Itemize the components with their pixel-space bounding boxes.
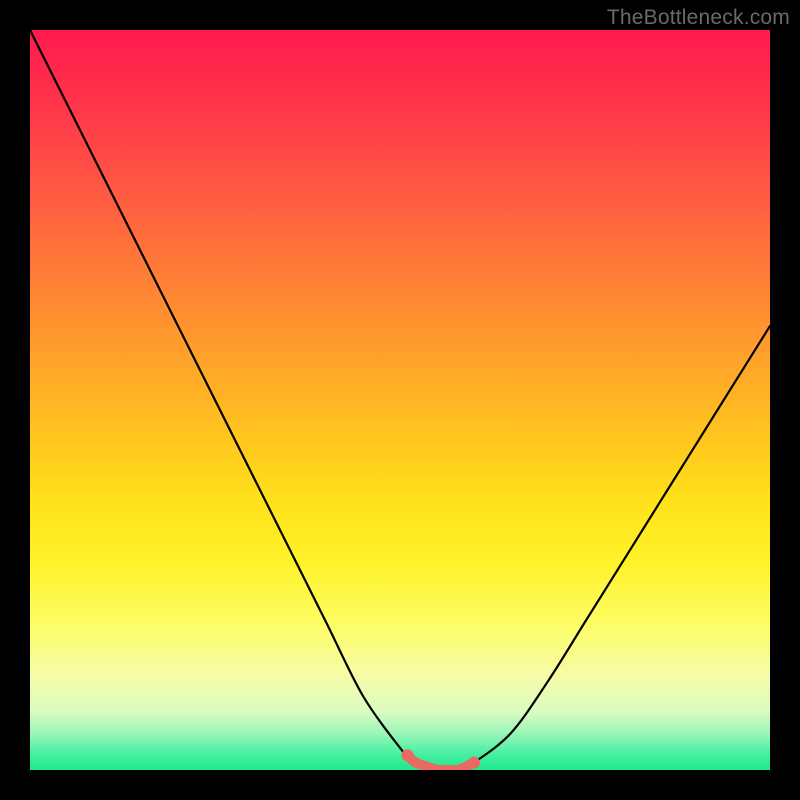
plot-area xyxy=(30,30,770,770)
curve-line xyxy=(30,30,770,770)
sweet-spot-end-dot xyxy=(468,757,480,769)
chart-frame: TheBottleneck.com xyxy=(0,0,800,800)
sweet-spot-start-dot xyxy=(401,749,413,761)
bottleneck-chart xyxy=(30,30,770,770)
watermark-text: TheBottleneck.com xyxy=(607,6,790,30)
sweet-spot-highlight xyxy=(407,755,474,770)
